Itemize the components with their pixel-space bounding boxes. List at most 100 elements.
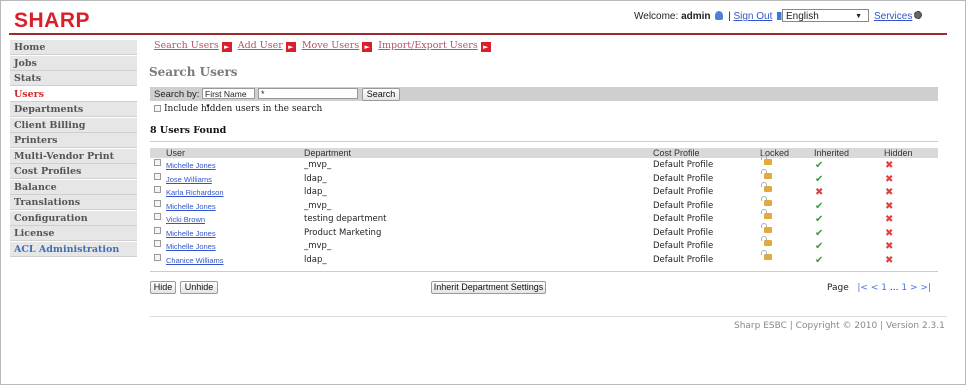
sidebar-item-license[interactable]: License: [10, 226, 137, 241]
last-page-number-link[interactable]: 1: [901, 283, 907, 293]
table-row: Karla Richardson ldap_ Default Profile ✖ ✖: [150, 182, 938, 199]
row-checkbox[interactable]: [154, 226, 161, 234]
search-by-label: Search by:: [154, 89, 200, 100]
language-select[interactable]: English ▼: [782, 9, 869, 22]
cost-profile-cell: Default Profile: [653, 227, 714, 238]
sidebar-item-departments[interactable]: Departments: [10, 102, 137, 117]
sidebar-item-translations[interactable]: Translations: [10, 195, 137, 210]
col-user[interactable]: User: [166, 148, 185, 158]
unhide-button[interactable]: Unhide: [180, 281, 218, 294]
unlock-icon[interactable]: [761, 195, 772, 206]
table-row: Michelle Jones _mvp_ Default Profile ✔ ✖: [150, 155, 938, 172]
sidebar-item-users[interactable]: Users: [10, 86, 137, 102]
page-label: Page: [827, 283, 849, 293]
x-icon: ✖: [885, 254, 894, 266]
unlock-icon[interactable]: [761, 155, 772, 165]
user-link[interactable]: Chanice Williams: [166, 254, 224, 267]
pagination: Page |< < 1 ... 1 > >|: [827, 283, 931, 293]
chevron-down-icon: ▼: [855, 13, 862, 20]
row-checkbox[interactable]: [154, 186, 161, 193]
search-input[interactable]: *: [258, 88, 358, 99]
cost-profile-cell: Default Profile: [653, 173, 714, 184]
sidebar-item-home[interactable]: Home: [10, 40, 137, 55]
subnav-move-users[interactable]: Move Users: [302, 40, 359, 51]
search-button[interactable]: Search: [362, 88, 400, 101]
user-link[interactable]: Vicki Brown: [166, 213, 205, 226]
sidebar-item-acl-administration[interactable]: ACL Administration: [10, 241, 137, 257]
last-page-link[interactable]: >|: [920, 283, 931, 293]
search-field-select[interactable]: First Name ▼: [202, 88, 255, 110]
row-checkbox[interactable]: [154, 240, 161, 247]
check-icon: ✔: [815, 227, 824, 239]
table-row: Michelle Jones _mvp_ Default Profile ✔ ✖: [150, 195, 938, 213]
username: admin: [681, 11, 711, 22]
table-row: Jose Williams ldap_ Default Profile ✔ ✖: [150, 168, 938, 186]
x-icon: ✖: [885, 187, 894, 198]
inherit-department-settings-button[interactable]: Inherit Department Settings: [431, 281, 546, 294]
sign-out-link[interactable]: Sign Out: [733, 11, 772, 22]
sidebar-item-client-billing[interactable]: Client Billing: [10, 117, 137, 133]
first-page-link[interactable]: |<: [857, 283, 868, 293]
cost-profile-cell: Default Profile: [653, 214, 714, 224]
user-link[interactable]: Jose Williams: [166, 173, 212, 186]
sidebar-item-stats[interactable]: Stats: [10, 71, 137, 86]
hide-button[interactable]: Hide: [150, 281, 176, 294]
unlock-icon[interactable]: [761, 249, 772, 260]
unlock-icon[interactable]: [761, 209, 772, 219]
department-cell: ldap_: [304, 254, 327, 265]
search-bar: Search by: First Name ▼ * Search: [150, 87, 938, 110]
footer-divider: [150, 316, 947, 317]
user-link[interactable]: Michelle Jones: [166, 227, 216, 240]
services-link[interactable]: Services: [874, 11, 923, 22]
sidebar-item-printers[interactable]: Printers: [10, 133, 137, 148]
department-cell: ldap_: [304, 173, 327, 184]
x-icon: ✖: [885, 227, 894, 239]
department-cell: ldap_: [304, 187, 327, 197]
col-inherited[interactable]: Inherited: [814, 148, 849, 158]
x-icon: ✖: [885, 200, 894, 212]
subnav-search-users[interactable]: Search Users: [154, 40, 219, 51]
divider: [150, 141, 938, 142]
sidebar-item-multi-vendor-print[interactable]: Multi-Vendor Print: [10, 148, 137, 164]
row-checkbox[interactable]: [154, 199, 161, 207]
col-cost-profile[interactable]: Cost Profile: [653, 148, 700, 158]
unlock-icon[interactable]: [761, 236, 772, 246]
divider: [150, 271, 938, 272]
page-title: Search Users: [149, 65, 238, 79]
cost-profile-cell: Default Profile: [653, 187, 714, 197]
check-icon: ✔: [815, 254, 824, 266]
sidebar-item-configuration[interactable]: Configuration: [10, 210, 137, 226]
page-1-link[interactable]: 1: [881, 283, 887, 293]
col-hidden[interactable]: Hidden: [884, 148, 913, 158]
header-divider: [9, 33, 947, 35]
user-link[interactable]: Michelle Jones: [166, 240, 216, 253]
subnav-import-export-users[interactable]: Import/Export Users: [378, 40, 478, 51]
col-department[interactable]: Department: [304, 148, 351, 158]
sidebar-nav: Home Jobs Stats Users Departments Client…: [10, 40, 137, 257]
row-checkbox[interactable]: [154, 159, 161, 166]
next-page-link[interactable]: >: [910, 283, 918, 293]
sidebar-item-cost-profiles[interactable]: Cost Profiles: [10, 164, 137, 179]
row-checkbox[interactable]: [154, 213, 161, 220]
subnav-add-user[interactable]: Add User: [238, 40, 283, 51]
table-row: Chanice Williams ldap_ Default Profile ✔ ✖: [150, 249, 938, 267]
include-hidden-label: Include hidden users in the search: [164, 104, 323, 114]
unlock-icon[interactable]: [761, 182, 772, 192]
include-hidden-checkbox[interactable]: [154, 105, 161, 112]
row-checkbox[interactable]: [154, 172, 161, 180]
user-link[interactable]: Karla Richardson: [166, 186, 224, 199]
sidebar-item-jobs[interactable]: Jobs: [10, 55, 137, 71]
sidebar-item-balance[interactable]: Balance: [10, 179, 137, 195]
arrow-right-icon: ►: [362, 42, 373, 52]
sharp-logo: SHARP: [14, 9, 91, 32]
prev-page-link[interactable]: <: [871, 283, 879, 293]
unlock-icon[interactable]: [761, 168, 772, 179]
department-cell: _mvp_: [304, 200, 332, 211]
user-link[interactable]: Michelle Jones: [166, 200, 216, 213]
footer-copyright: Sharp ESBC | Copyright © 2010 | Version …: [734, 321, 945, 331]
row-checkbox[interactable]: [154, 253, 161, 261]
check-icon: ✔: [815, 214, 824, 225]
users-subnav: Search Users ► Add User ► Move Users ► Import/…: [154, 40, 497, 52]
unlock-icon[interactable]: [761, 222, 772, 233]
user-link[interactable]: Michelle Jones: [166, 159, 216, 172]
